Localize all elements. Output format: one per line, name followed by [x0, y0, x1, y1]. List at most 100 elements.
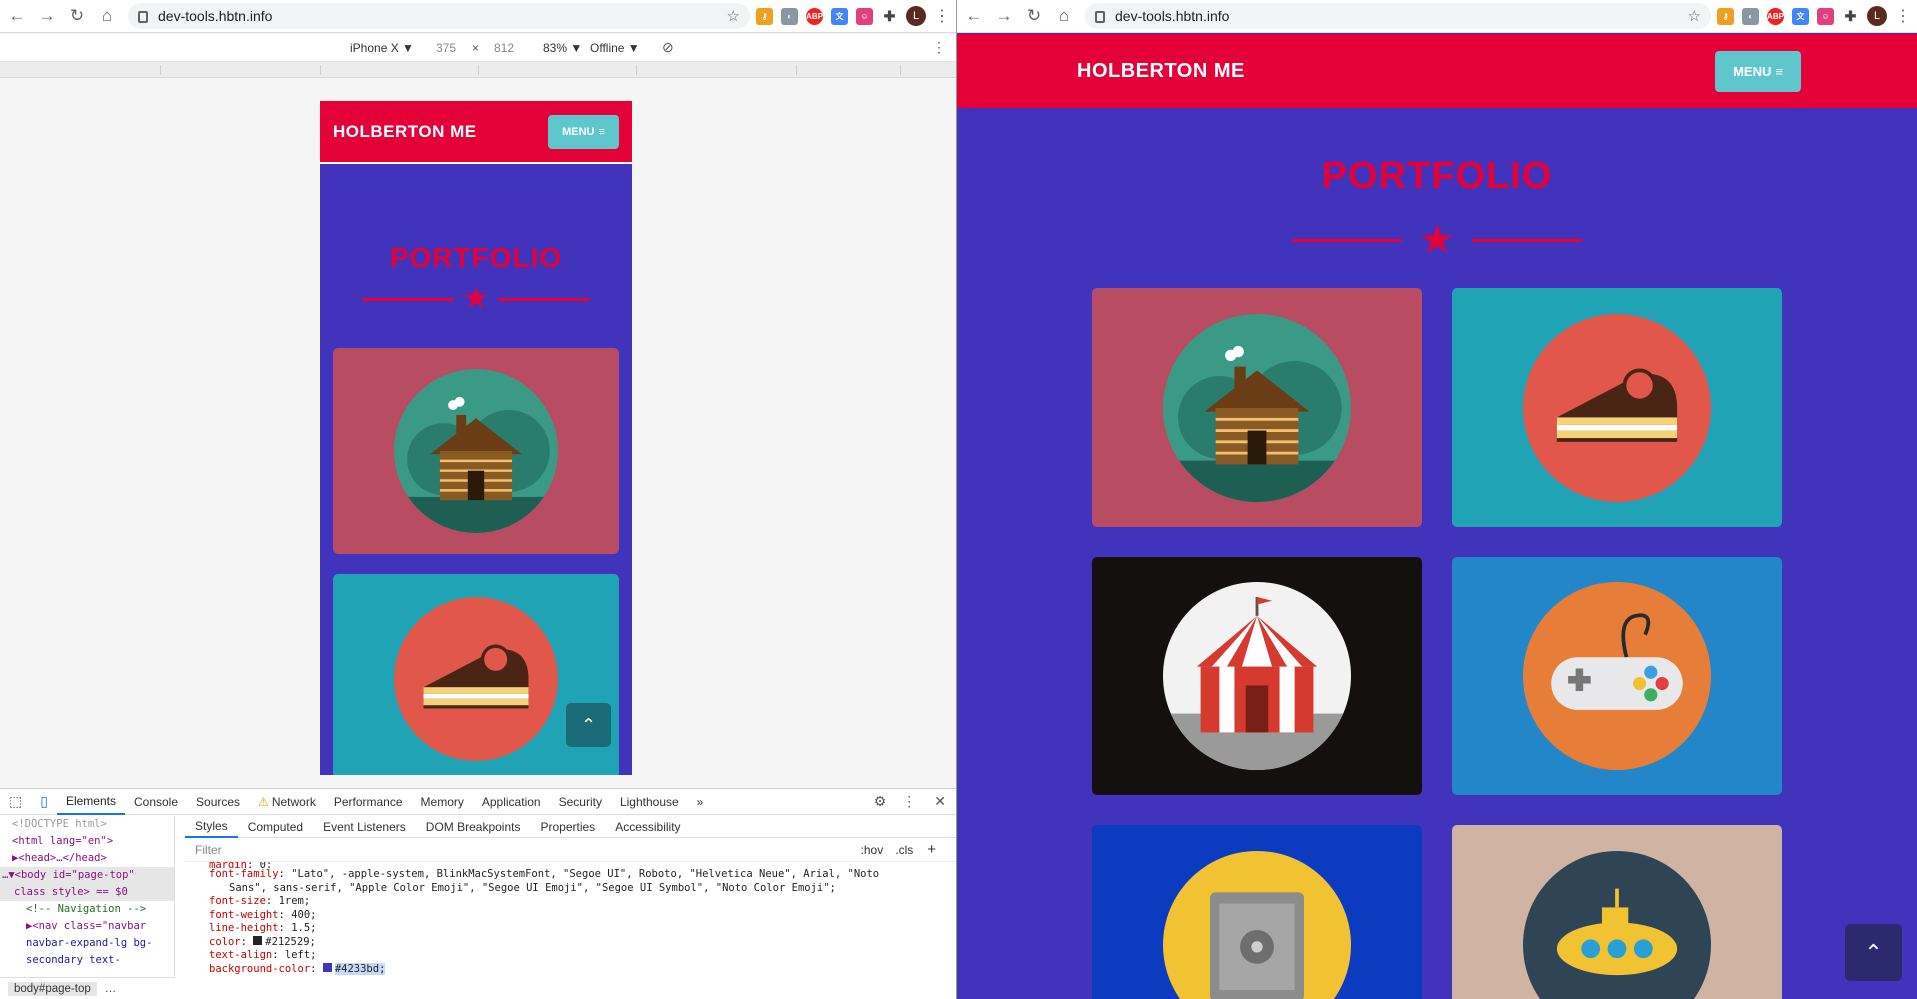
forward-icon[interactable]: → — [34, 3, 60, 29]
filter-input[interactable]: Filter — [195, 843, 222, 857]
css-line[interactable]: font-weight: 400; — [209, 909, 956, 923]
translate-icon[interactable]: 文 — [1792, 7, 1809, 25]
new-rule-button[interactable]: + — [927, 841, 936, 858]
bookmark-star-icon[interactable]: ☆ — [727, 7, 740, 25]
device-width[interactable]: 375 — [436, 41, 456, 55]
dom-line[interactable]: ▶<head>…</head> — [12, 850, 174, 867]
settings-icon[interactable]: ⚙ — [866, 793, 895, 810]
dom-line[interactable]: secondary text- — [12, 952, 174, 969]
browser-menu-icon[interactable]: ⋮ — [1895, 6, 1911, 26]
dom-line[interactable]: navbar-expand-lg bg- — [12, 935, 174, 952]
close-devtools-icon[interactable]: ✕ — [924, 793, 956, 810]
tab-computed[interactable]: Computed — [238, 816, 313, 838]
scroll-top-button[interactable]: ⌃ — [566, 703, 611, 747]
color-swatch[interactable] — [253, 935, 263, 945]
title-divider: ★ — [957, 220, 1917, 260]
device-select[interactable]: iPhone X ▼ — [350, 41, 414, 55]
tab-dom-breakpoints[interactable]: DOM Breakpoints — [416, 816, 531, 838]
right-browser-window: ← → ↻ ⌂ dev-tools.hbtn.info ☆ ⚷ ◐ ABP 文 … — [957, 0, 1917, 999]
css-line[interactable]: text-align: left; — [209, 949, 956, 963]
menu-button[interactable]: MENU ≡ — [548, 114, 619, 149]
site-navbar: HOLBERTON ME MENU ≡ — [957, 34, 1917, 108]
menu-button[interactable]: MENU ≡ — [1715, 50, 1801, 92]
css-line[interactable]: line-height: 1.5; — [209, 922, 956, 936]
reload-icon[interactable]: ↻ — [1021, 3, 1047, 29]
bookmark-star-icon[interactable]: ☆ — [1688, 7, 1701, 25]
dom-line[interactable]: <html lang="en"> — [12, 833, 174, 850]
extensions-bar: ⚷ ◐ ABP 文 ☺ ✚ L ⋮ — [1717, 6, 1911, 26]
tab-console[interactable]: Console — [125, 789, 187, 815]
portfolio-item-cabin[interactable] — [1092, 288, 1422, 527]
breadcrumb-item[interactable]: body#page-top — [8, 981, 97, 996]
tab-sources[interactable]: Sources — [187, 789, 249, 815]
ghost-extension-icon[interactable]: ◐ — [1742, 7, 1759, 25]
portfolio-item-circus[interactable] — [1092, 557, 1422, 795]
back-icon[interactable]: ← — [961, 3, 987, 29]
hov-toggle[interactable]: :hov — [861, 843, 884, 857]
dom-line-selected[interactable]: class style> == $0 — [0, 884, 174, 901]
portfolio-item-cabin[interactable] — [333, 348, 619, 554]
tab-elements[interactable]: Elements — [56, 789, 125, 815]
more-tabs-icon[interactable]: » — [688, 789, 713, 815]
tab-security[interactable]: Security — [550, 789, 611, 815]
site-brand[interactable]: HOLBERTON ME — [333, 122, 477, 142]
puzzle-icon[interactable]: ✚ — [881, 7, 898, 25]
zoom-select[interactable]: 83% ▼ — [543, 41, 582, 55]
adblock-icon[interactable]: ABP — [806, 7, 823, 25]
avatar-extension-icon[interactable]: ☺ — [1817, 7, 1834, 25]
css-line[interactable]: background-color: #4233bd; — [209, 962, 956, 977]
translate-icon[interactable]: 文 — [831, 7, 848, 25]
portfolio-item-cake[interactable] — [1452, 288, 1782, 527]
reload-icon[interactable]: ↻ — [64, 3, 90, 29]
key-extension-icon[interactable]: ⚷ — [756, 7, 773, 25]
device-menu-icon[interactable]: ⋮ — [932, 39, 946, 56]
address-bar[interactable]: dev-tools.hbtn.info ☆ — [1085, 3, 1711, 29]
color-swatch[interactable] — [322, 962, 332, 972]
profile-avatar[interactable]: L — [906, 6, 926, 26]
home-icon[interactable]: ⌂ — [94, 3, 120, 29]
dom-line[interactable]: <!DOCTYPE html> — [12, 816, 174, 833]
tab-network[interactable]: ⚠ Network — [249, 789, 325, 815]
css-line-continued[interactable]: Sans", sans-serif, "Apple Color Emoji", … — [209, 882, 956, 896]
adblock-icon[interactable]: ABP — [1767, 7, 1784, 25]
portfolio-item-submarine[interactable] — [1452, 825, 1782, 999]
dom-line[interactable]: ▶<nav class="navbar — [12, 918, 174, 935]
dom-comment[interactable]: <!-- Navigation --> — [12, 901, 174, 918]
styles-pane: Styles Computed Event Listeners DOM Brea… — [185, 816, 956, 999]
browser-menu-icon[interactable]: ⋮ — [934, 6, 950, 26]
tab-styles[interactable]: Styles — [185, 816, 238, 838]
device-height[interactable]: 812 — [494, 41, 514, 55]
back-icon[interactable]: ← — [4, 3, 30, 29]
tab-accessibility[interactable]: Accessibility — [605, 816, 690, 838]
scroll-top-button[interactable]: ⌃ — [1845, 924, 1902, 981]
inspect-icon[interactable]: ⬚ — [0, 789, 31, 815]
css-line[interactable]: font-size: 1rem; — [209, 895, 956, 909]
portfolio-item-game[interactable] — [1452, 557, 1782, 795]
devtools-menu-icon[interactable]: ⋮ — [894, 793, 924, 810]
rotate-icon[interactable]: ⊘ — [662, 39, 674, 56]
breadcrumb-more[interactable]: … — [105, 983, 117, 995]
address-bar[interactable]: dev-tools.hbtn.info ☆ — [128, 3, 750, 29]
home-icon[interactable]: ⌂ — [1051, 3, 1077, 29]
tab-performance[interactable]: Performance — [325, 789, 412, 815]
forward-icon[interactable]: → — [991, 3, 1017, 29]
tab-application[interactable]: Application — [473, 789, 550, 815]
ghost-extension-icon[interactable]: ◐ — [781, 7, 798, 25]
tab-memory[interactable]: Memory — [412, 789, 473, 815]
cls-toggle[interactable]: .cls — [895, 843, 913, 857]
puzzle-icon[interactable]: ✚ — [1842, 7, 1859, 25]
avatar-extension-icon[interactable]: ☺ — [856, 7, 873, 25]
key-extension-icon[interactable]: ⚷ — [1717, 7, 1734, 25]
tab-lighthouse[interactable]: Lighthouse — [611, 789, 688, 815]
dom-line-selected[interactable]: …▼<body id="page-top" — [0, 867, 174, 884]
css-line[interactable]: color: #212529; — [209, 935, 956, 950]
left-browser-window: ← → ↻ ⌂ dev-tools.hbtn.info ☆ ⚷ ◐ ABP 文 … — [0, 0, 956, 999]
profile-avatar[interactable]: L — [1867, 6, 1887, 26]
network-select[interactable]: Offline ▼ — [590, 41, 640, 55]
tab-properties[interactable]: Properties — [530, 816, 605, 838]
portfolio-item-safe[interactable] — [1092, 825, 1422, 999]
css-line[interactable]: font-family: "Lato", -apple-system, Blin… — [209, 868, 956, 882]
site-brand[interactable]: HOLBERTON ME — [1077, 60, 1245, 83]
tab-event-listeners[interactable]: Event Listeners — [313, 816, 416, 838]
device-toggle-icon[interactable]: ▯ — [31, 789, 57, 815]
